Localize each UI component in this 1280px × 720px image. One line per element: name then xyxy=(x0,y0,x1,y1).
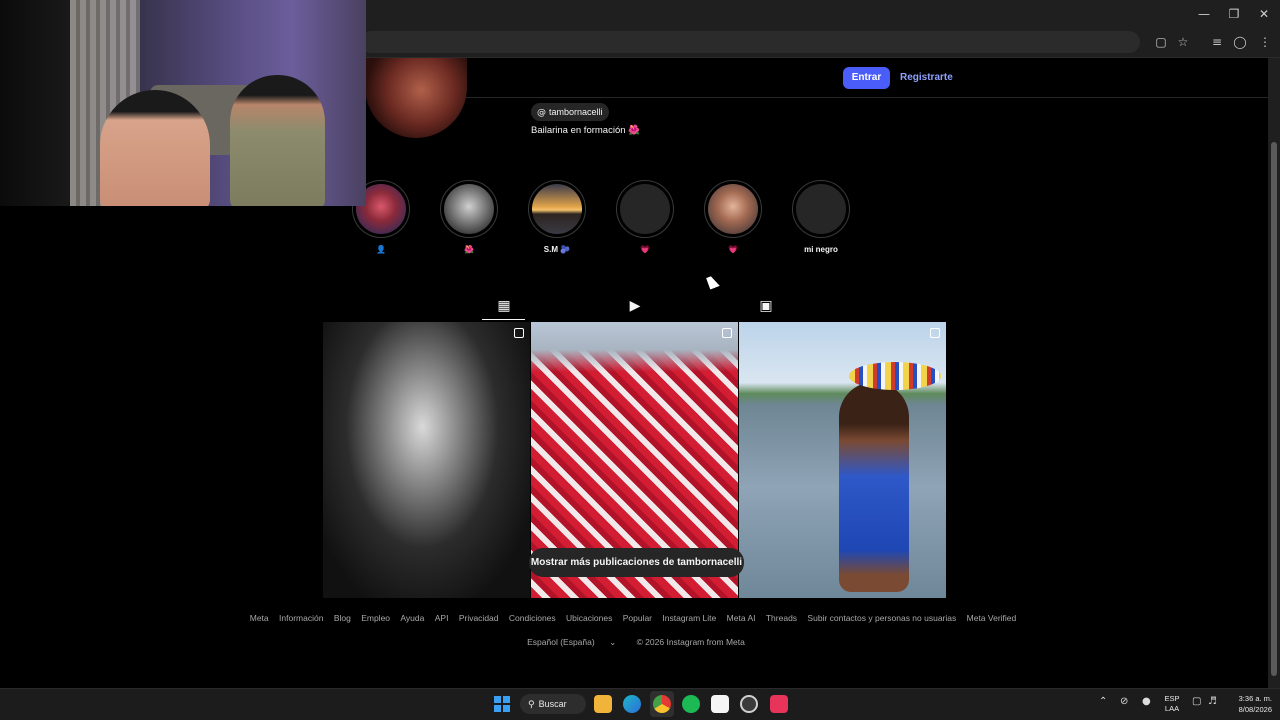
footer-link[interactable]: Privacidad xyxy=(459,613,499,623)
tiktok-icon[interactable] xyxy=(770,695,788,713)
chevron-down-icon: ⌄ xyxy=(609,637,617,647)
highlight-label: 👤 xyxy=(376,245,386,254)
microphone-icon[interactable]: ● xyxy=(1142,696,1151,707)
highlight-label: 🌺 xyxy=(464,245,474,254)
volume-icon[interactable]: ♬ xyxy=(1208,696,1217,707)
footer-link[interactable]: Threads xyxy=(766,613,797,623)
footer-link[interactable]: Ubicaciones xyxy=(566,613,612,623)
footer-link[interactable]: Meta xyxy=(250,613,269,623)
show-more-button[interactable]: Mostrar más publicaciones de tambornacel… xyxy=(529,548,744,577)
post-1[interactable] xyxy=(323,322,530,598)
footer-link[interactable]: Meta Verified xyxy=(967,613,1017,623)
highlight-5[interactable] xyxy=(704,180,762,238)
search-icon: ⚲ xyxy=(528,700,535,710)
footer-link[interactable]: Empleo xyxy=(361,613,390,623)
footer-link[interactable]: Información xyxy=(279,613,323,623)
scrollbar-thumb[interactable] xyxy=(1271,142,1277,676)
minimize-icon[interactable]: — xyxy=(1194,6,1214,22)
restore-icon[interactable]: ❐ xyxy=(1224,6,1244,22)
close-icon[interactable]: ✕ xyxy=(1254,6,1274,22)
footer-link[interactable]: Subir contactos y personas no usuarias xyxy=(807,613,956,623)
footer-link[interactable]: Meta AI xyxy=(727,613,756,623)
grid-icon[interactable]: ▦ xyxy=(494,296,514,316)
post-hat xyxy=(849,362,941,390)
footer-link[interactable]: Ayuda xyxy=(400,613,424,623)
obs-icon[interactable] xyxy=(740,695,758,713)
carousel-icon xyxy=(722,328,732,338)
threads-badge[interactable]: @ tambornacelli xyxy=(531,103,609,121)
threads-icon: @ xyxy=(537,108,546,118)
system-clock[interactable]: 3:36 a. m. 8/08/2026 xyxy=(1222,693,1272,715)
network-off-icon[interactable]: ⊘ xyxy=(1120,696,1128,707)
footer-link[interactable]: API xyxy=(435,613,449,623)
chevron-up-icon[interactable]: ⌃ xyxy=(1099,696,1107,707)
highlight-label: 💗 xyxy=(640,245,650,254)
edge-icon[interactable] xyxy=(623,695,641,713)
bookmark-star-icon[interactable]: ☆ xyxy=(1174,34,1192,50)
address-bar[interactable] xyxy=(360,31,1140,53)
highlight-4[interactable] xyxy=(616,180,674,238)
highlight-label: S.M 🫐 xyxy=(543,245,571,254)
highlight-label: mi negro xyxy=(804,245,838,254)
highlight-3[interactable] xyxy=(528,180,586,238)
tagged-icon[interactable]: ▣ xyxy=(756,296,776,316)
webcam-overlay xyxy=(0,0,366,206)
reels-icon[interactable]: ▶ xyxy=(625,296,645,316)
language-indicator[interactable]: ESP LAA xyxy=(1160,694,1184,714)
file-explorer-icon[interactable] xyxy=(594,695,612,713)
display-icon[interactable]: ▢ xyxy=(1192,696,1201,707)
menu-kebab-icon[interactable]: ⋮ xyxy=(1256,34,1274,50)
highlight-label: 💗 xyxy=(728,245,738,254)
reading-list-icon[interactable]: ≡ xyxy=(1208,34,1226,50)
profile-icon[interactable]: ◯ xyxy=(1231,34,1249,50)
install-app-icon[interactable]: ▢ xyxy=(1152,34,1170,50)
webcam-person-left xyxy=(100,90,210,206)
login-button[interactable]: Entrar xyxy=(843,67,890,89)
footer-link[interactable]: Popular xyxy=(623,613,652,623)
footer-bottom: Español (España) ⌄ © 2026 Instagram from… xyxy=(200,637,1066,648)
profile-bio: Bailarina en formación 🌺 xyxy=(531,125,640,136)
active-tab-indicator xyxy=(482,319,525,320)
webcam-person-right xyxy=(230,75,325,206)
carousel-icon xyxy=(514,328,524,338)
start-icon[interactable] xyxy=(494,696,510,712)
footer-link[interactable]: Condiciones xyxy=(509,613,556,623)
highlight-6[interactable] xyxy=(792,180,850,238)
post-subject xyxy=(839,382,909,592)
footer-links: Meta Información Blog Empleo Ayuda API P… xyxy=(200,613,1066,623)
copyright: © 2026 Instagram from Meta xyxy=(636,637,745,647)
highlight-2[interactable] xyxy=(440,180,498,238)
signup-link[interactable]: Registrarte xyxy=(900,67,953,89)
threads-handle: tambornacelli xyxy=(549,107,603,117)
chrome-icon[interactable] xyxy=(653,695,671,713)
post-3[interactable] xyxy=(739,322,946,598)
capcut-icon[interactable] xyxy=(711,695,729,713)
footer-link[interactable]: Blog xyxy=(334,613,351,623)
language-select[interactable]: Español (España) ⌄ xyxy=(521,637,622,647)
footer-link[interactable]: Instagram Lite xyxy=(662,613,716,623)
taskbar-search[interactable]: ⚲ Buscar xyxy=(520,694,586,714)
carousel-icon xyxy=(930,328,940,338)
spotify-icon[interactable] xyxy=(682,695,700,713)
